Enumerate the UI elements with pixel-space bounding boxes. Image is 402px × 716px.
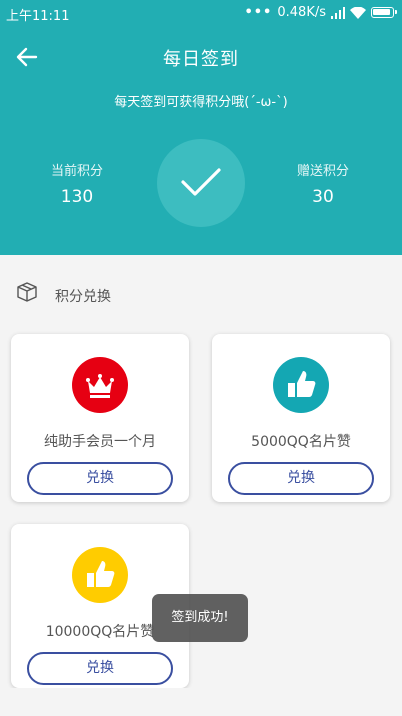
reward-card: 纯助手会员一个月 兑换 [11,334,189,502]
thumbs-up-icon [87,561,115,587]
wifi-icon [350,6,366,19]
checkin-subtitle: 每天签到可获得积分哦(´-ω-`) [114,95,288,110]
more-dots-icon: ••• [244,5,273,20]
bonus-points: 赠送积分 30 [268,160,378,207]
bonus-points-label: 赠送积分 [296,164,349,179]
reward-name: 纯助手会员一个月 [44,434,156,450]
redeem-button[interactable]: 兑换 [228,462,374,495]
redeem-button[interactable]: 兑换 [27,652,173,685]
crown-icon [86,374,114,398]
checkmark-icon [181,168,221,196]
points-exchange-section: 积分兑换 [0,268,402,320]
reward-card: 5000QQ名片赞 兑换 [212,334,390,502]
bottom-area [0,688,402,716]
page-title: 每日签到 [163,49,239,70]
status-bar: 上午11:11 ••• 0.48K/s [0,0,402,26]
reward-icon-circle [72,357,128,413]
reward-icon-circle [273,357,329,413]
signal-icon [331,6,345,19]
status-time: 上午11:11 [6,9,70,24]
network-speed: 0.48K/s [277,5,326,20]
status-indicators: ••• 0.48K/s [244,5,397,20]
current-points: 当前积分 130 [22,160,132,207]
thumbs-up-icon [288,371,316,397]
current-points-label: 当前积分 [50,164,103,179]
redeem-button[interactable]: 兑换 [27,462,173,495]
gift-box-icon [16,282,38,306]
reward-name: 5000QQ名片赞 [251,434,351,450]
section-title: 积分兑换 [55,289,111,305]
current-points-value: 130 [60,187,94,207]
checkin-button[interactable] [157,139,245,227]
battery-icon [371,7,397,18]
bonus-points-value: 30 [312,187,334,207]
checkin-header: 上午11:11 ••• 0.48K/s 每日签到 每天签到可获得积分哦(´-ω-… [0,0,402,255]
toast-message: 签到成功! [152,594,248,642]
reward-icon-circle [72,547,128,603]
